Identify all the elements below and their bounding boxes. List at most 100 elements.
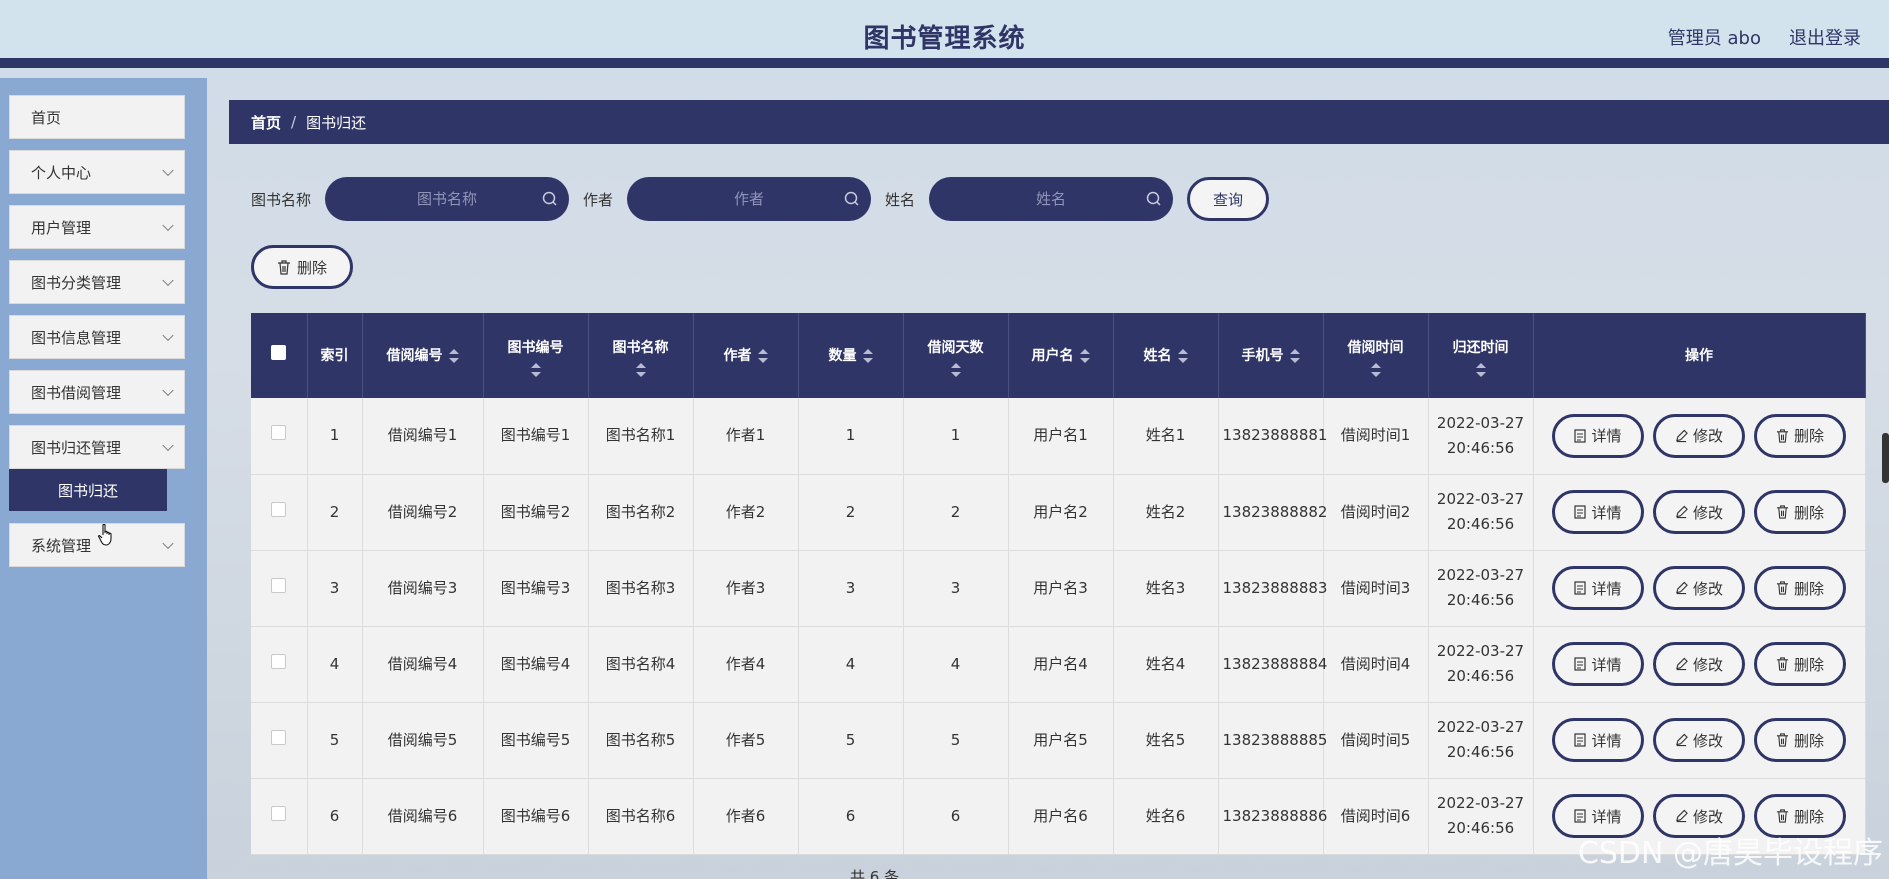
detail-button[interactable]: 详情 xyxy=(1552,490,1644,534)
sidebar-item-book-info-management[interactable]: 图书信息管理 xyxy=(9,315,185,359)
cell-index: 1 xyxy=(307,398,363,475)
document-icon xyxy=(1574,505,1587,519)
delete-label: 删除 xyxy=(1793,503,1824,522)
edit-button[interactable]: 修改 xyxy=(1653,413,1745,458)
edit-button[interactable]: 修改 xyxy=(1653,642,1745,686)
detail-label: 详情 xyxy=(1591,579,1622,598)
edit-label: 修改 xyxy=(1692,579,1723,598)
row-checkbox[interactable] xyxy=(271,805,287,821)
cell-borrow-days: 5 xyxy=(903,702,1009,779)
edit-button[interactable]: 修改 xyxy=(1653,718,1745,762)
cell-quantity: 5 xyxy=(798,702,904,779)
row-checkbox[interactable] xyxy=(271,577,287,593)
breadcrumb-home[interactable]: 首页 xyxy=(251,112,281,133)
sidebar-item-return-management[interactable]: 图书归还管理 xyxy=(9,425,185,469)
col-return-time[interactable]: 归还时间 xyxy=(1428,313,1534,398)
breadcrumb: 首页 / 图书归还 xyxy=(229,100,1889,144)
col-name[interactable]: 姓名 xyxy=(1113,313,1219,398)
cell-phone: 13823888884 xyxy=(1218,626,1327,703)
row-checkbox[interactable] xyxy=(271,653,287,669)
delete-button[interactable]: 删除 xyxy=(1754,718,1846,762)
delete-button[interactable]: 删除 xyxy=(1754,566,1846,610)
row-checkbox[interactable] xyxy=(271,729,287,745)
scrollbar-thumb[interactable] xyxy=(1882,433,1889,483)
row-actions: 详情 修改 删除 xyxy=(1533,398,1866,475)
sidebar-item-home[interactable]: 首页 xyxy=(9,95,185,139)
author-search xyxy=(627,177,872,221)
row-checkbox[interactable] xyxy=(271,501,287,517)
sort-icon[interactable] xyxy=(1475,362,1486,377)
delete-button[interactable]: 删除 xyxy=(1754,413,1846,458)
cell-book-no: 图书编号1 xyxy=(483,398,589,475)
col-quantity[interactable]: 数量 xyxy=(798,313,904,398)
row-select xyxy=(251,550,308,627)
detail-label: 详情 xyxy=(1591,731,1622,750)
name-label: 姓名 xyxy=(885,190,916,209)
sort-icon[interactable] xyxy=(448,348,459,363)
cell-phone: 13823888882 xyxy=(1218,474,1327,551)
detail-label: 详情 xyxy=(1591,655,1622,674)
sort-icon[interactable] xyxy=(757,348,768,363)
cell-username: 用户名6 xyxy=(1008,778,1114,855)
logout-link[interactable]: 退出登录 xyxy=(1789,24,1861,50)
book-name-input[interactable] xyxy=(357,190,538,208)
delete-button[interactable]: 删除 xyxy=(1754,642,1846,686)
breadcrumb-separator: / xyxy=(291,113,297,131)
watermark: CSDN @唐昊毕设程序 xyxy=(1577,836,1883,871)
col-borrow-days[interactable]: 借阅天数 xyxy=(903,313,1009,398)
name-input[interactable] xyxy=(961,190,1142,208)
sidebar-item-personal-center[interactable]: 个人中心 xyxy=(9,150,185,194)
sidebar-item-system-management[interactable]: 系统管理 xyxy=(9,523,185,567)
col-author[interactable]: 作者 xyxy=(693,313,799,398)
query-button[interactable]: 查询 xyxy=(1187,177,1270,221)
cell-borrow-no: 借阅编号4 xyxy=(362,626,484,703)
sort-icon[interactable] xyxy=(1079,348,1090,363)
row-select xyxy=(251,398,308,475)
col-borrow-no[interactable]: 借阅编号 xyxy=(362,313,484,398)
author-input[interactable] xyxy=(659,190,840,208)
sort-icon[interactable] xyxy=(1177,348,1188,363)
trash-icon xyxy=(1776,429,1789,443)
sidebar-item-user-management[interactable]: 用户管理 xyxy=(9,205,185,249)
col-book-no[interactable]: 图书编号 xyxy=(483,313,589,398)
sort-icon[interactable] xyxy=(1370,362,1381,377)
col-username[interactable]: 用户名 xyxy=(1008,313,1114,398)
sidebar-item-category-management[interactable]: 图书分类管理 xyxy=(9,260,185,304)
cell-index: 2 xyxy=(307,474,363,551)
row-checkbox[interactable] xyxy=(271,425,287,441)
cell-borrow-no: 借阅编号2 xyxy=(362,474,484,551)
cell-author: 作者5 xyxy=(693,702,799,779)
detail-button[interactable]: 详情 xyxy=(1552,642,1644,686)
sort-icon[interactable] xyxy=(530,362,541,377)
col-book-name[interactable]: 图书名称 xyxy=(588,313,694,398)
edit-label: 修改 xyxy=(1692,427,1723,446)
chevron-down-icon xyxy=(162,164,174,177)
sort-icon[interactable] xyxy=(862,348,873,363)
col-borrow-time[interactable]: 借阅时间 xyxy=(1323,313,1429,398)
detail-button[interactable]: 详情 xyxy=(1552,413,1644,458)
edit-label: 修改 xyxy=(1692,731,1723,750)
select-all-checkbox[interactable] xyxy=(271,344,287,360)
bulk-delete-button[interactable]: 删除 xyxy=(251,245,353,289)
table-row: 2 借阅编号2 图书编号2 图书名称2 作者2 2 2 用户名2 姓名2 13823888882 借… xyxy=(251,474,1866,551)
edit-button[interactable]: 修改 xyxy=(1653,566,1745,610)
detail-button[interactable]: 详情 xyxy=(1552,566,1644,610)
search-icon xyxy=(1146,191,1161,206)
sort-icon[interactable] xyxy=(950,362,961,377)
detail-button[interactable]: 详情 xyxy=(1552,718,1644,762)
sidebar-subitem-book-return[interactable]: 图书归还 xyxy=(9,469,167,511)
col-label: 用户名 xyxy=(1031,347,1074,364)
author-label: 作者 xyxy=(583,190,614,209)
delete-button[interactable]: 删除 xyxy=(1754,490,1846,534)
cell-borrow-no: 借阅编号5 xyxy=(362,702,484,779)
sort-icon[interactable] xyxy=(1289,348,1300,363)
col-phone[interactable]: 手机号 xyxy=(1218,313,1324,398)
cell-quantity: 4 xyxy=(798,626,904,703)
edit-button[interactable]: 修改 xyxy=(1653,490,1745,534)
cell-return-time: 2022-03-27 20:46:56 xyxy=(1428,778,1534,855)
sort-icon[interactable] xyxy=(635,362,646,377)
sidebar-item-label: 个人中心 xyxy=(31,163,92,182)
cell-username: 用户名2 xyxy=(1008,474,1114,551)
sidebar-item-borrow-management[interactable]: 图书借阅管理 xyxy=(9,370,185,414)
chevron-down-icon xyxy=(162,537,174,550)
